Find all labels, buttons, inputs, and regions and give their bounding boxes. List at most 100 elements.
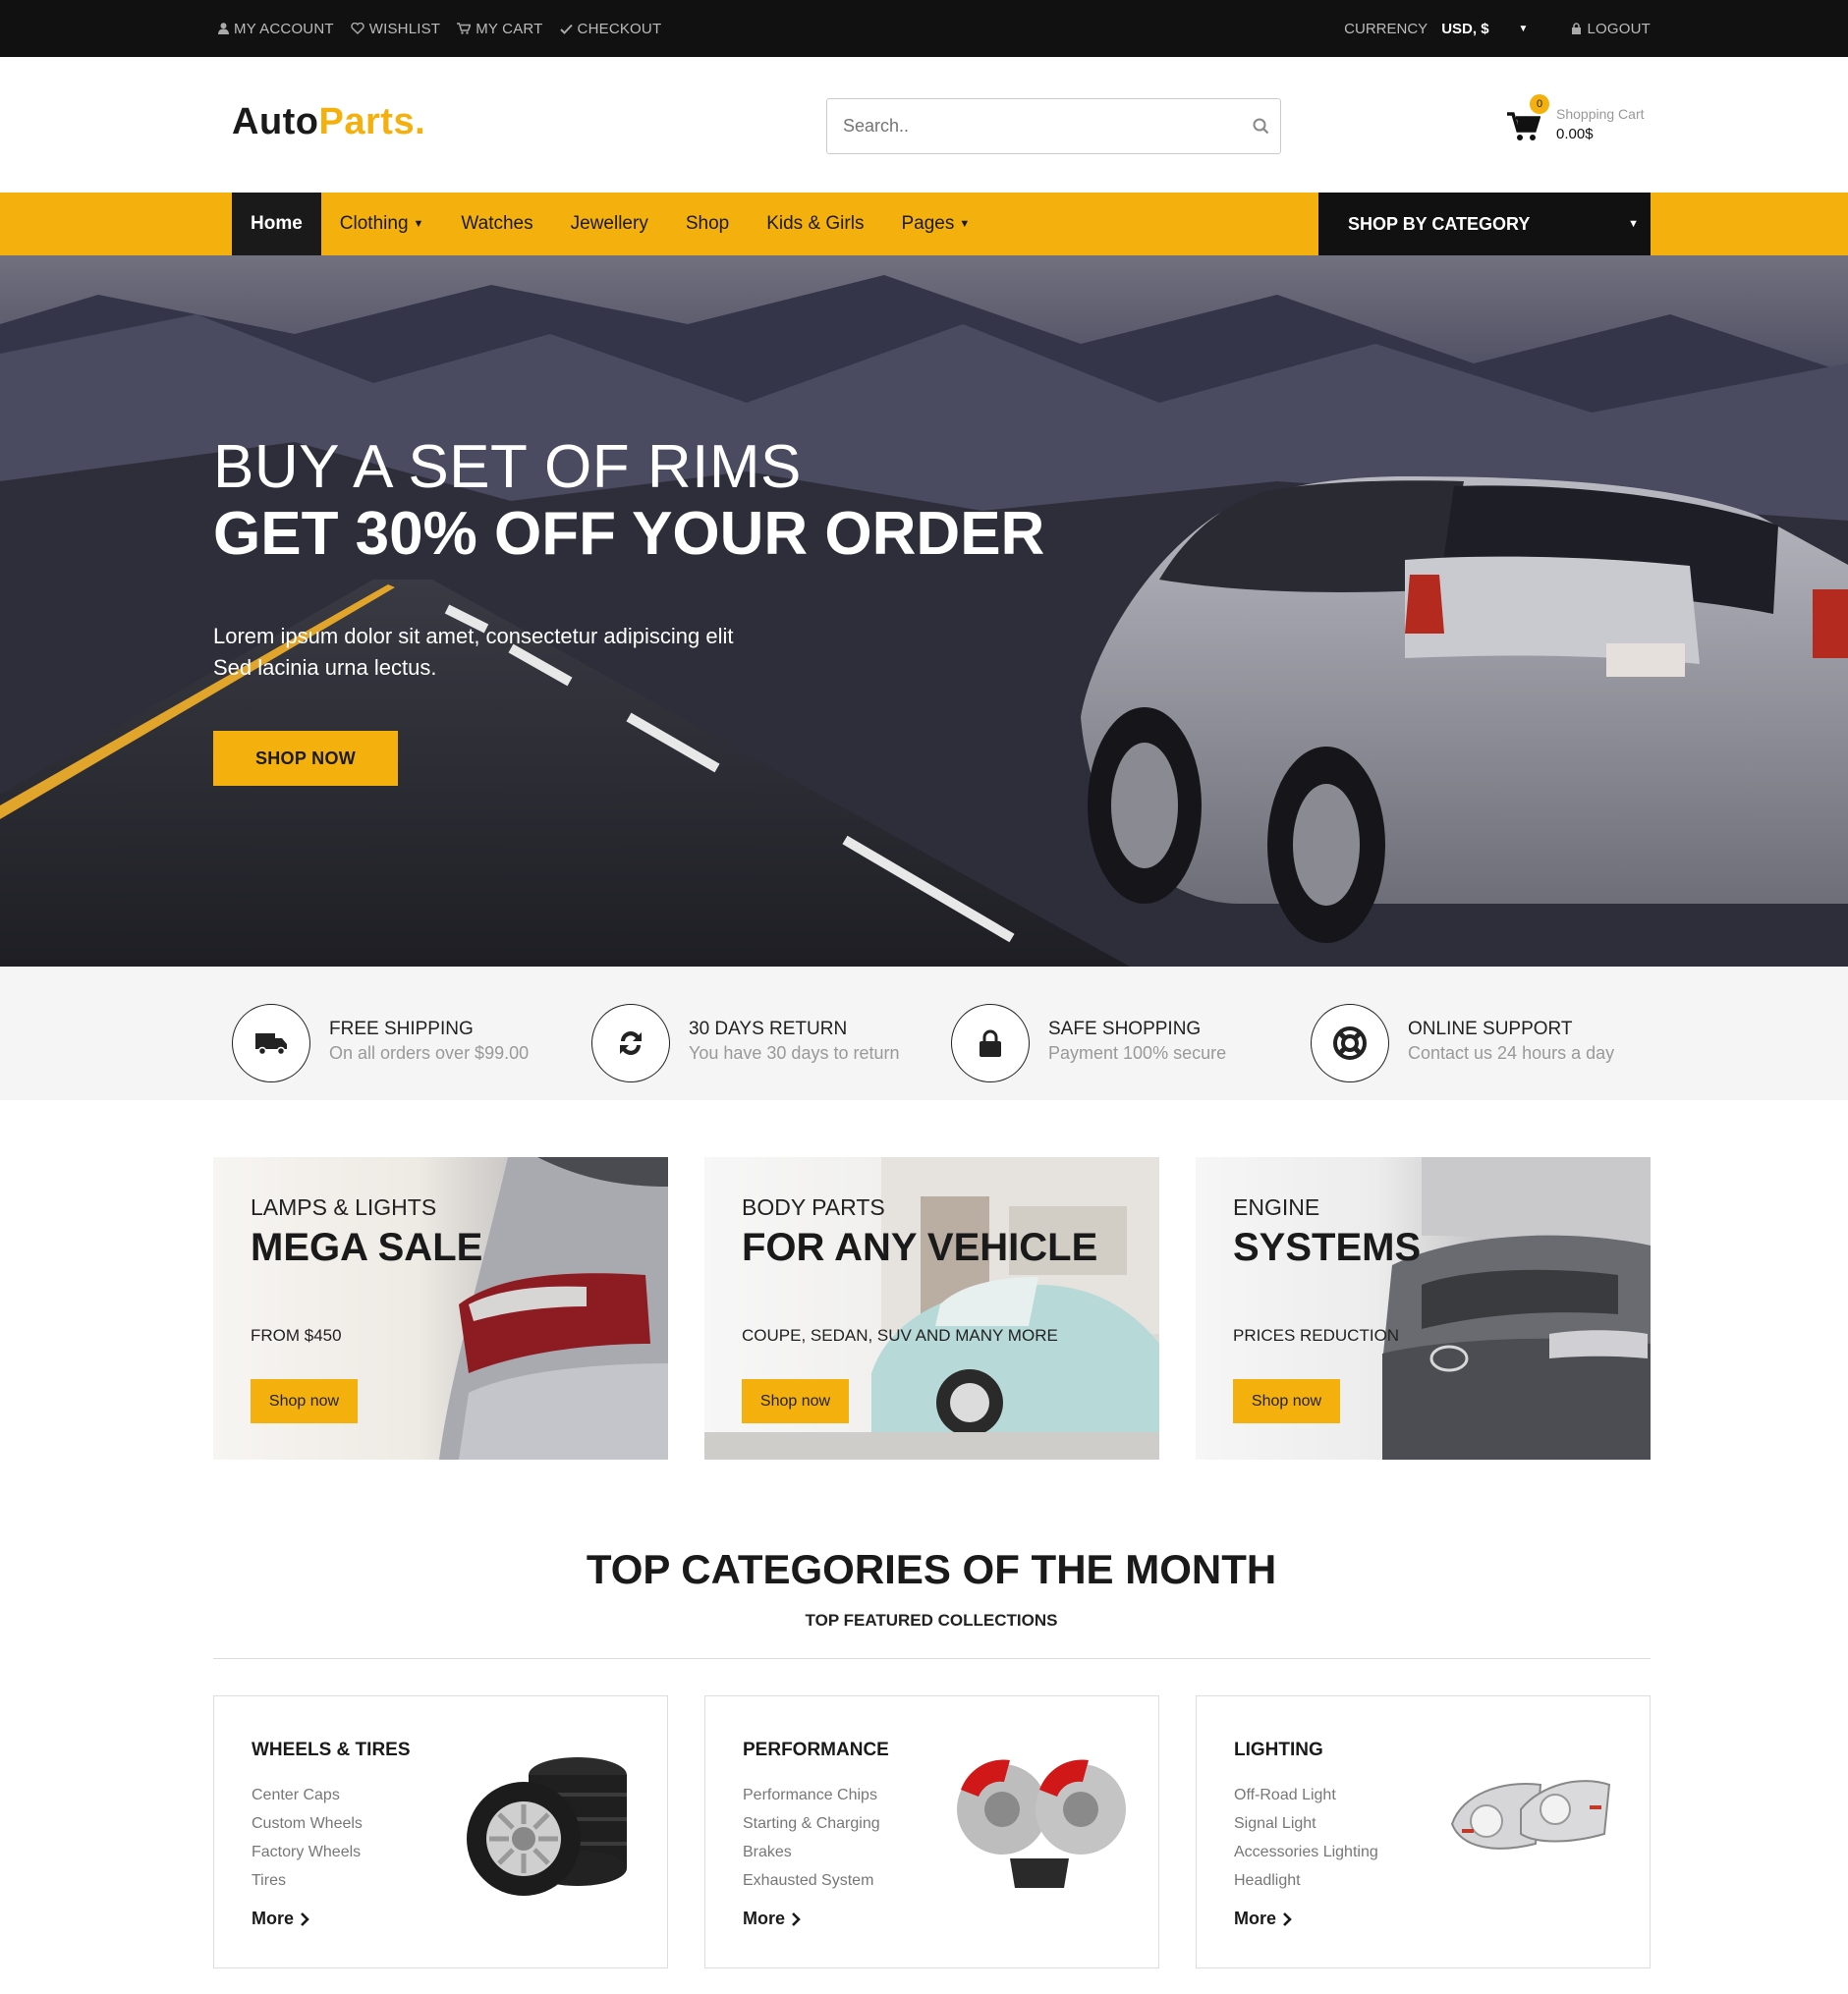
section-title: TOP CATEGORIES OF THE MONTH <box>586 1546 1277 1592</box>
header-cart[interactable]: 0 Shopping Cart 0.00$ <box>1507 94 1654 147</box>
logout-label: LOGOUT <box>1587 20 1651 37</box>
category-title: WHEELS & TIRES <box>252 1740 411 1760</box>
feature-safe-shopping: SAFE SHOPPING Payment 100% secure <box>951 1004 1285 1082</box>
nav-item-kids-girls[interactable]: Kids & Girls <box>748 193 882 255</box>
banner-shop-now-button[interactable]: Shop now <box>251 1379 358 1423</box>
nav-label: Clothing <box>339 213 409 234</box>
feature-subtitle: On all orders over $99.00 <box>329 1043 530 1063</box>
category-link[interactable]: Brakes <box>743 1838 880 1866</box>
banner-shop-now-button[interactable]: Shop now <box>1233 1379 1340 1423</box>
nav-label: Shop <box>685 213 730 234</box>
top-bar: MY ACCOUNT WISHLIST MY CART CHECKOUT CUR… <box>0 0 1848 57</box>
cart-count-badge: 0 <box>1530 94 1549 114</box>
checkout-link[interactable]: CHECKOUT <box>559 20 662 37</box>
truck-icon <box>232 1004 310 1082</box>
category-more-link[interactable]: More <box>1234 1909 1292 1929</box>
nav-label: Kids & Girls <box>766 213 865 234</box>
shopping-cart-icon <box>1507 112 1540 140</box>
promo-banner-body-parts[interactable]: BODY PARTS FOR ANY VEHICLE COUPE, SEDAN,… <box>704 1157 1159 1460</box>
chevron-right-icon <box>301 1911 309 1926</box>
nav-label: Pages <box>901 213 955 234</box>
banner-kicker: BODY PARTS <box>742 1194 885 1220</box>
nav-label: Watches <box>461 213 533 234</box>
category-link[interactable]: Factory Wheels <box>252 1838 363 1866</box>
banner-title: SYSTEMS <box>1233 1226 1422 1269</box>
feature-title: 30 DAYS RETURN <box>689 1019 848 1039</box>
headlights-image <box>1450 1780 1611 1850</box>
cart-label: Shopping Cart <box>1556 106 1645 122</box>
refresh-icon <box>591 1004 670 1082</box>
nav-item-shop[interactable]: Shop <box>667 193 748 255</box>
heart-icon <box>351 23 364 34</box>
chevron-right-icon <box>1283 1911 1292 1926</box>
category-link[interactable]: Starting & Charging <box>743 1809 880 1838</box>
category-more-link[interactable]: More <box>252 1909 309 1929</box>
promo-banner-lamps[interactable]: LAMPS & LIGHTS MEGA SALE FROM $450 Shop … <box>213 1157 668 1460</box>
logo-part2: Parts. <box>318 101 426 142</box>
feature-title: ONLINE SUPPORT <box>1408 1019 1573 1039</box>
hero-banner: BUY A SET OF RIMS GET 30% OFF YOUR ORDER… <box>0 255 1848 967</box>
logout-link[interactable]: LOGOUT <box>1571 21 1651 37</box>
caret-down-icon: ▼ <box>959 218 971 230</box>
category-links: Center Caps Custom Wheels Factory Wheels… <box>252 1781 363 1895</box>
nav-item-home[interactable]: Home <box>232 193 321 255</box>
wishlist-label: WISHLIST <box>368 20 441 37</box>
checkout-label: CHECKOUT <box>577 20 662 37</box>
category-card-performance: PERFORMANCE Performance Chips Starting &… <box>704 1695 1159 1968</box>
hero-headline-line2: GET 30% OFF YOUR ORDER <box>213 500 1045 568</box>
cart-icon <box>457 23 472 34</box>
hero-description: Lorem ipsum dolor sit amet, consectetur … <box>213 621 803 684</box>
hero-text-line1: Lorem ipsum dolor sit amet, consectetur … <box>213 624 734 648</box>
cart-total: 0.00$ <box>1556 126 1594 142</box>
category-title: PERFORMANCE <box>743 1740 889 1760</box>
category-links: Performance Chips Starting & Charging Br… <box>743 1781 880 1895</box>
search-button[interactable] <box>1241 118 1280 135</box>
feature-30-days-return: 30 DAYS RETURN You have 30 days to retur… <box>591 1004 925 1082</box>
caret-down-icon: ▼ <box>413 218 424 230</box>
category-link[interactable]: Exhausted System <box>743 1866 880 1895</box>
my-cart-link[interactable]: MY CART <box>457 21 542 37</box>
currency-select[interactable]: USD, $ <box>1441 21 1488 37</box>
more-label: More <box>252 1909 295 1928</box>
category-more-link[interactable]: More <box>743 1909 801 1929</box>
category-link[interactable]: Off-Road Light <box>1234 1781 1378 1809</box>
banner-kicker: ENGINE <box>1233 1194 1320 1220</box>
hero-text-line2: Sed lacinia urna lectus. <box>213 655 437 680</box>
feature-title: SAFE SHOPPING <box>1048 1019 1202 1039</box>
category-title: LIGHTING <box>1234 1740 1323 1760</box>
nav-item-jewellery[interactable]: Jewellery <box>552 193 667 255</box>
shop-by-category-button[interactable]: SHOP BY CATEGORY ▼ <box>1318 193 1651 255</box>
nav-item-clothing[interactable]: Clothing ▼ <box>321 193 443 255</box>
site-logo[interactable]: AutoParts. <box>232 101 425 143</box>
shop-now-button[interactable]: SHOP NOW <box>213 731 398 786</box>
category-link[interactable]: Custom Wheels <box>252 1809 363 1838</box>
nav-item-pages[interactable]: Pages ▼ <box>882 193 988 255</box>
category-link[interactable]: Headlight <box>1234 1866 1378 1895</box>
wishlist-link[interactable]: WISHLIST <box>351 21 440 37</box>
my-account-link[interactable]: MY ACCOUNT <box>218 21 334 37</box>
hero-headline-line1: BUY A SET OF RIMS <box>213 433 802 501</box>
lock-icon <box>951 1004 1030 1082</box>
category-link[interactable]: Tires <box>252 1866 363 1895</box>
category-link[interactable]: Accessories Lighting <box>1234 1838 1378 1866</box>
banner-shop-now-button[interactable]: Shop now <box>742 1379 849 1423</box>
main-nav: Home Clothing ▼ Watches Jewellery Shop Ki… <box>0 193 1848 255</box>
more-label: More <box>743 1909 786 1928</box>
features-bar: FREE SHIPPING On all orders over $99.00 … <box>0 967 1848 1100</box>
chevron-right-icon <box>792 1911 801 1926</box>
search-input[interactable] <box>827 99 1241 153</box>
promo-banner-engine[interactable]: ENGINE SYSTEMS PRICES REDUCTION Shop now <box>1196 1157 1651 1460</box>
category-link[interactable]: Performance Chips <box>743 1781 880 1809</box>
category-card-lighting: LIGHTING Off-Road Light Signal Light Acc… <box>1196 1695 1651 1968</box>
brakes-image <box>957 1759 1126 1888</box>
category-link[interactable]: Signal Light <box>1234 1809 1378 1838</box>
search-box <box>826 98 1281 154</box>
nav-label: Jewellery <box>570 213 648 234</box>
category-link[interactable]: Center Caps <box>252 1781 363 1809</box>
my-account-label: MY ACCOUNT <box>234 20 334 37</box>
nav-item-watches[interactable]: Watches <box>442 193 551 255</box>
hero-background-image <box>0 255 1848 967</box>
currency-caret-icon[interactable]: ▼ <box>1519 24 1529 34</box>
feature-subtitle: Contact us 24 hours a day <box>1408 1043 1615 1063</box>
more-label: More <box>1234 1909 1277 1928</box>
